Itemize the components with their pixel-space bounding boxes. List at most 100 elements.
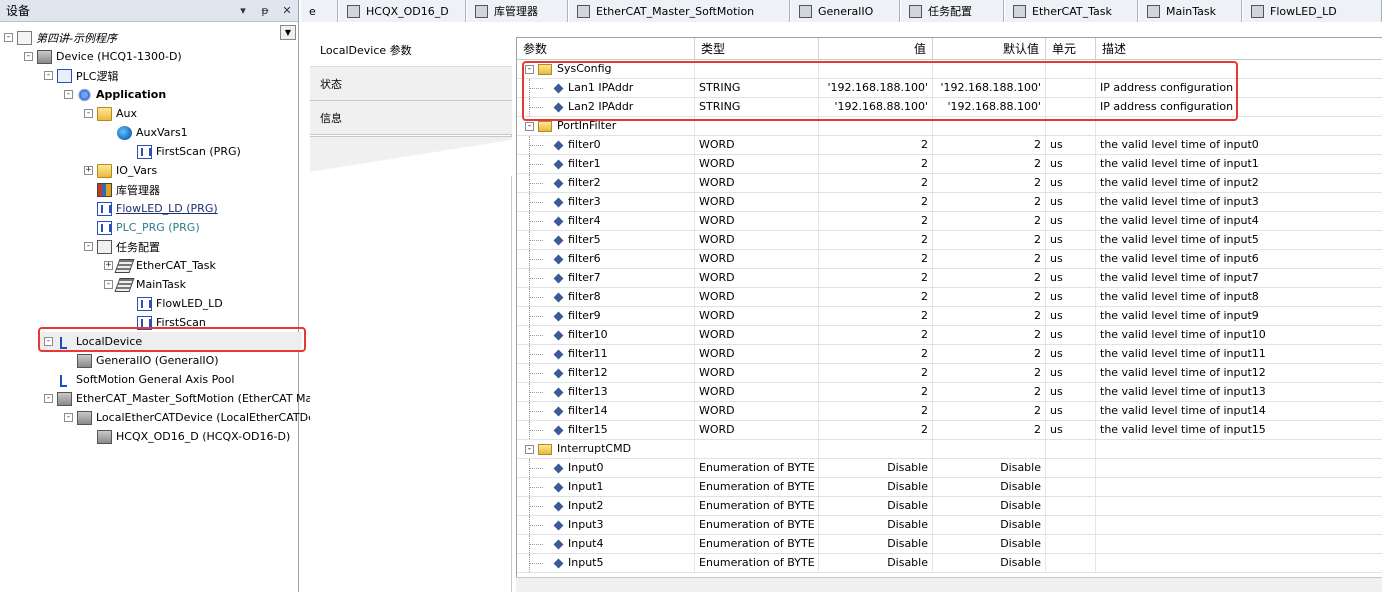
- param-value[interactable]: Disable: [819, 535, 933, 553]
- param-row[interactable]: Input0 Enumeration of BYTE Disable Disable: [517, 459, 1382, 478]
- param-value[interactable]: Disable: [819, 497, 933, 515]
- section-tab[interactable]: 状态: [310, 67, 512, 101]
- param-value[interactable]: 2: [819, 250, 933, 268]
- section-tab[interactable]: 信息: [310, 101, 512, 135]
- tree-node[interactable]: - MainTask: [104, 275, 186, 294]
- param-row[interactable]: Input4 Enumeration of BYTE Disable Disable: [517, 535, 1382, 554]
- param-value[interactable]: 2: [819, 307, 933, 325]
- collapse-icon[interactable]: -: [44, 337, 53, 346]
- param-value[interactable]: 2: [819, 383, 933, 401]
- param-value[interactable]: 2: [819, 174, 933, 192]
- tree-node[interactable]: FirstScan: [124, 313, 206, 332]
- collapse-icon[interactable]: -: [44, 394, 53, 403]
- tree-node[interactable]: + IO_Vars: [84, 161, 157, 180]
- param-value[interactable]: 2: [819, 345, 933, 363]
- param-row[interactable]: filter11 WORD 2 2 us the valid level time of …: [517, 345, 1382, 364]
- collapse-icon[interactable]: -: [64, 413, 73, 422]
- tree-node[interactable]: AuxVars1: [104, 123, 188, 142]
- param-row[interactable]: filter1 WORD 2 2 us the valid level time of i…: [517, 155, 1382, 174]
- param-value[interactable]: 2: [819, 326, 933, 344]
- param-value[interactable]: 2: [819, 269, 933, 287]
- param-value[interactable]: '192.168.88.100': [819, 98, 933, 116]
- grid-horizontal-scrollbar[interactable]: [516, 577, 1382, 592]
- param-value[interactable]: Disable: [819, 459, 933, 477]
- param-row[interactable]: Lan1 IPAddr STRING '192.168.188.100' '192.1…: [517, 79, 1382, 98]
- tree-dropdown-button[interactable]: ▼: [280, 25, 296, 40]
- header-desc[interactable]: 描述: [1096, 38, 1382, 60]
- header-value[interactable]: 值: [819, 38, 933, 60]
- param-value[interactable]: 2: [819, 136, 933, 154]
- collapse-icon[interactable]: -: [64, 90, 73, 99]
- tree-node[interactable]: GeneralIO (GeneralIO): [64, 351, 219, 370]
- panel-close-icon[interactable]: ✕: [276, 4, 298, 17]
- editor-tab[interactable]: EtherCAT_Task: [1004, 0, 1138, 22]
- param-value[interactable]: 2: [819, 402, 933, 420]
- header-unit[interactable]: 单元: [1046, 38, 1096, 60]
- param-row[interactable]: Input1 Enumeration of BYTE Disable Disable: [517, 478, 1382, 497]
- tree-node[interactable]: - Aux: [84, 104, 137, 123]
- param-value[interactable]: Disable: [819, 516, 933, 534]
- param-value[interactable]: 2: [819, 155, 933, 173]
- editor-tab[interactable]: e: [300, 0, 338, 22]
- param-row[interactable]: filter0 WORD 2 2 us the valid level time of i…: [517, 136, 1382, 155]
- collapse-icon[interactable]: -: [44, 71, 53, 80]
- editor-tab[interactable]: FlowLED_LD: [1242, 0, 1382, 22]
- collapse-icon[interactable]: -: [525, 121, 534, 131]
- group-row[interactable]: - InterruptCMD: [517, 440, 1382, 459]
- tree-node[interactable]: - LocalDevice: [40, 332, 302, 351]
- tree-node[interactable]: 库管理器: [84, 180, 160, 199]
- param-value[interactable]: Disable: [819, 554, 933, 572]
- param-row[interactable]: filter5 WORD 2 2 us the valid level time of i…: [517, 231, 1382, 250]
- tree-node[interactable]: HCQX_OD16_D (HCQX-OD16-D): [84, 427, 290, 446]
- param-row[interactable]: filter6 WORD 2 2 us the valid level time of i…: [517, 250, 1382, 269]
- param-row[interactable]: filter3 WORD 2 2 us the valid level time of i…: [517, 193, 1382, 212]
- tree-node[interactable]: SoftMotion General Axis Pool: [44, 370, 234, 389]
- param-value[interactable]: 2: [819, 364, 933, 382]
- param-row[interactable]: filter10 WORD 2 2 us the valid level time of …: [517, 326, 1382, 345]
- collapse-icon[interactable]: -: [84, 242, 93, 251]
- tree-node[interactable]: - PLC逻辑: [44, 66, 118, 85]
- editor-tab[interactable]: EtherCAT_Master_SoftMotion: [568, 0, 790, 22]
- param-value[interactable]: 2: [819, 288, 933, 306]
- tree-node[interactable]: FirstScan (PRG): [124, 142, 241, 161]
- editor-tab[interactable]: HCQX_OD16_D: [338, 0, 466, 22]
- header-param[interactable]: 参数: [517, 38, 695, 60]
- tree-node[interactable]: - 任务配置: [84, 237, 160, 256]
- panel-pin-icon[interactable]: ᵽ: [254, 4, 276, 17]
- collapse-icon[interactable]: -: [525, 444, 534, 454]
- editor-tab[interactable]: 库管理器: [466, 0, 568, 22]
- section-tab[interactable]: LocalDevice 参数: [310, 33, 512, 67]
- editor-tab[interactable]: 任务配置: [900, 0, 1004, 22]
- param-value[interactable]: 2: [819, 193, 933, 211]
- param-row[interactable]: filter9 WORD 2 2 us the valid level time of i…: [517, 307, 1382, 326]
- param-row[interactable]: Input3 Enumeration of BYTE Disable Disable: [517, 516, 1382, 535]
- param-value[interactable]: Disable: [819, 478, 933, 496]
- tree-node[interactable]: FlowLED_LD (PRG): [84, 199, 218, 218]
- param-row[interactable]: filter4 WORD 2 2 us the valid level time of i…: [517, 212, 1382, 231]
- tree-node[interactable]: - 第四讲-示例程序: [4, 28, 117, 47]
- param-row[interactable]: filter13 WORD 2 2 us the valid level time of …: [517, 383, 1382, 402]
- param-row[interactable]: filter15 WORD 2 2 us the valid level time of …: [517, 421, 1382, 440]
- tree-node[interactable]: PLC_PRG (PRG): [84, 218, 200, 237]
- param-value[interactable]: 2: [819, 231, 933, 249]
- param-row[interactable]: Input2 Enumeration of BYTE Disable Disable: [517, 497, 1382, 516]
- tree-node[interactable]: - Application: [64, 85, 166, 104]
- header-type[interactable]: 类型: [695, 38, 819, 60]
- panel-dropdown-icon[interactable]: ▾: [232, 4, 254, 17]
- param-row[interactable]: Lan2 IPAddr STRING '192.168.88.100' '192.16…: [517, 98, 1382, 117]
- param-value[interactable]: '192.168.188.100': [819, 79, 933, 97]
- tree-node[interactable]: - Device (HCQ1-1300-D): [24, 47, 182, 66]
- editor-tab[interactable]: GeneralIO: [790, 0, 900, 22]
- param-row[interactable]: filter14 WORD 2 2 us the valid level time of …: [517, 402, 1382, 421]
- editor-tab[interactable]: MainTask: [1138, 0, 1242, 22]
- param-row[interactable]: filter7 WORD 2 2 us the valid level time of i…: [517, 269, 1382, 288]
- collapse-icon[interactable]: -: [525, 64, 534, 74]
- tree-node[interactable]: - LocalEtherCATDevice (LocalEtherCATDev: [64, 408, 321, 427]
- collapse-icon[interactable]: -: [24, 52, 33, 61]
- collapse-icon[interactable]: -: [104, 280, 113, 289]
- collapse-icon[interactable]: -: [4, 33, 13, 42]
- expand-icon[interactable]: +: [84, 166, 93, 175]
- tree-node[interactable]: FlowLED_LD: [124, 294, 223, 313]
- group-row[interactable]: - SysConfig: [517, 60, 1382, 79]
- param-row[interactable]: filter2 WORD 2 2 us the valid level time of i…: [517, 174, 1382, 193]
